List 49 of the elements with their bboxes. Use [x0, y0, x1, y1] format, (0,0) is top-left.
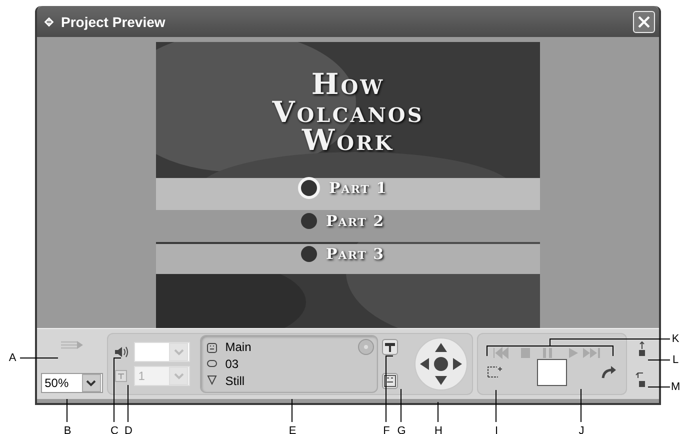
leader-line: [386, 356, 394, 422]
callout-label: B: [63, 425, 72, 434]
callout-label: A: [8, 352, 17, 364]
text-button[interactable]: [382, 339, 398, 355]
disc-icon: [358, 339, 374, 355]
callout-label: H: [434, 425, 443, 434]
funnel-icon: [207, 375, 218, 386]
leader-line: [66, 398, 68, 422]
callout-label: I: [494, 425, 500, 434]
menu-button-label[interactable]: Part 1: [329, 179, 388, 197]
window-title: Project Preview: [61, 14, 166, 30]
callout-label: L: [671, 354, 680, 366]
leader-line: [580, 388, 582, 422]
menu-button-label[interactable]: Part 3: [326, 245, 385, 263]
leader-line: [400, 388, 402, 422]
info-text: Main: [225, 340, 252, 354]
menu-title: How: [311, 70, 385, 98]
callout-label: K: [671, 333, 680, 345]
menu-title: Volcanos: [272, 98, 424, 126]
callout-label: F: [382, 425, 391, 434]
redo-arrow-icon[interactable]: [601, 365, 618, 379]
callout-label: G: [397, 425, 406, 434]
direction-pad[interactable]: [414, 337, 468, 391]
menu-icon: [207, 342, 218, 353]
callout-label: J: [578, 425, 586, 434]
app-icon: [43, 16, 55, 28]
leader-line: [648, 386, 670, 388]
close-button[interactable]: [633, 10, 655, 32]
preview-box: [537, 358, 568, 386]
callout-label: C: [110, 425, 119, 434]
leader-line: [114, 358, 122, 422]
zoom-dropdown[interactable]: 50%: [40, 373, 103, 393]
info-text: 03: [225, 356, 240, 371]
add-frame-icon[interactable]: [487, 365, 504, 379]
audio-track-dropdown[interactable]: [134, 342, 190, 362]
callout-label: M: [671, 381, 680, 393]
chevron-icon: [174, 372, 184, 380]
callout-label: D: [124, 425, 133, 434]
callout-label: E: [288, 425, 297, 434]
info-text: Still: [225, 374, 246, 388]
speaker-icon: [114, 346, 128, 358]
rectangle-icon: [207, 360, 218, 368]
menu-title: Work: [302, 126, 394, 154]
close-icon: [637, 14, 651, 28]
menu-button[interactable]: [382, 373, 398, 389]
menu-button-label[interactable]: Part 2: [326, 212, 385, 230]
chevron-icon: [82, 374, 101, 392]
subtitle-icon: [115, 370, 128, 382]
chevron-icon: [174, 348, 184, 356]
